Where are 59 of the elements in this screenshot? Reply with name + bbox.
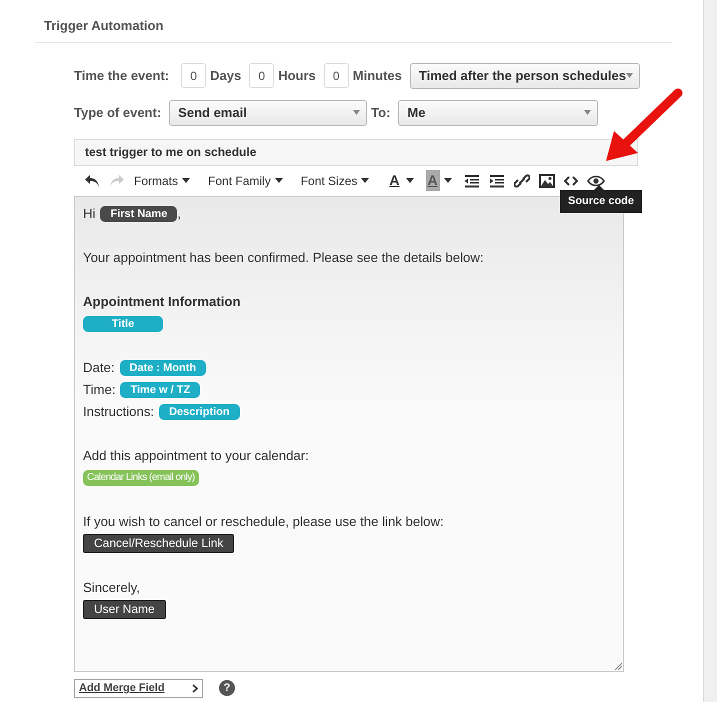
merge-field-tag: Cancel/Reschedule Link: [83, 534, 234, 553]
caret-icon: [182, 178, 190, 183]
menu-dropdown[interactable]: Font Sizes: [296, 168, 374, 192]
mode-select[interactable]: Timed after the person schedules: [410, 62, 640, 88]
merge-field-tag: Calendar Links (email only): [83, 470, 199, 486]
menu-dropdown[interactable]: Formats: [130, 168, 194, 192]
section-heading: Appointment Information: [83, 292, 240, 311]
body-text: Hi: [83, 204, 96, 222]
body-text: Sincerely,: [83, 578, 140, 597]
section-title: Trigger Automation: [35, 0, 672, 42]
field-label: Type of event:: [74, 104, 162, 122]
add-merge-field-button[interactable]: Add Merge Field: [74, 678, 203, 698]
caret-icon: [274, 178, 283, 183]
unit-label: Minutes: [352, 66, 402, 85]
caret-icon: [584, 110, 592, 115]
image-icon: [538, 174, 555, 188]
event-type-select[interactable]: Send email: [169, 100, 368, 126]
caret-icon: [626, 73, 633, 78]
body-text: ,: [177, 204, 181, 222]
text-color-button[interactable]: A: [383, 168, 418, 192]
recipient-select[interactable]: Me: [398, 100, 598, 126]
body-text: Add this appointment to your calendar:: [83, 446, 309, 465]
field-label: To:: [371, 104, 390, 122]
field-label: Time the event:: [74, 66, 170, 85]
number-field[interactable]: 0: [181, 63, 206, 88]
body-text: Your appointment has been confirmed. Please see the details below:: [83, 248, 484, 267]
unit-label: Hours: [278, 66, 316, 85]
body-text: Date:: [83, 358, 115, 376]
menu-dropdown[interactable]: Font Family: [204, 168, 287, 192]
body-text: If you wish to cancel or reschedule, please use the link below:: [83, 512, 444, 531]
redo-icon: [109, 174, 125, 188]
body-text: Time:: [83, 380, 116, 398]
number-field[interactable]: 0: [249, 63, 274, 88]
merge-field-tag: Description: [159, 404, 240, 420]
outdent-icon: [464, 174, 480, 188]
help-icon[interactable]: ?: [219, 680, 235, 696]
caret-icon: [444, 178, 452, 183]
number-field[interactable]: 0: [324, 63, 349, 88]
chevron-right-icon: [192, 684, 198, 692]
subject-field[interactable]: test trigger to me on schedule: [74, 138, 638, 166]
merge-field-tag: Date : Month: [120, 360, 206, 376]
link-icon: [514, 172, 530, 188]
indent-icon: [488, 174, 505, 188]
resize-handle-icon: [614, 662, 622, 670]
caret-icon: [353, 110, 360, 115]
body-text: Instructions:: [83, 402, 154, 420]
merge-field-tag: Title: [83, 316, 163, 332]
code-icon: [564, 174, 578, 186]
caret-icon: [406, 178, 414, 183]
eye-icon: [586, 174, 605, 186]
caret-icon: [361, 178, 370, 183]
merge-field-tag: User Name: [83, 600, 166, 619]
tooltip: Source code: [560, 190, 642, 212]
unit-label: Days: [210, 66, 242, 85]
merge-field-tag: Time w / TZ: [120, 382, 200, 398]
scrollbar[interactable]: [703, 0, 717, 702]
tooltip-pointer-icon: [594, 185, 604, 190]
merge-field-tag: First Name: [100, 206, 178, 222]
undo-icon: [84, 174, 100, 188]
